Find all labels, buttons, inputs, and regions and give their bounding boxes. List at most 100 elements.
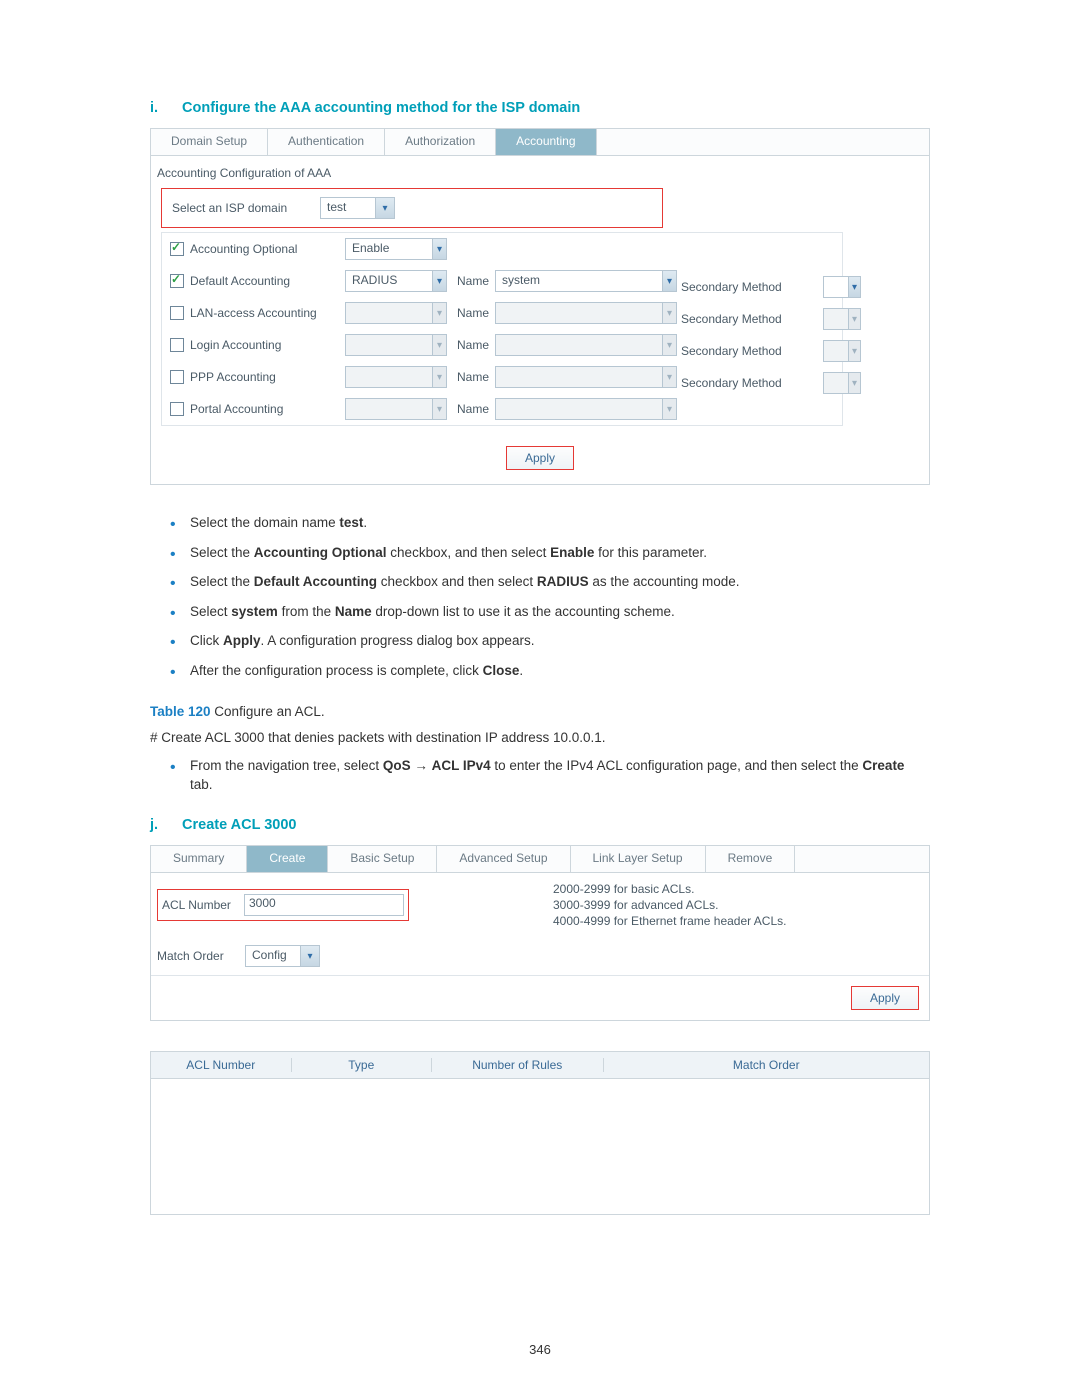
row-label: Default Accounting xyxy=(190,274,290,288)
acl-grid-header: ACL Number Type Number of Rules Match Or… xyxy=(151,1052,929,1079)
name-label: Name xyxy=(457,274,489,288)
chevron-down-icon: ▾ xyxy=(848,373,860,393)
acl-number-highlight: ACL Number 3000 xyxy=(157,889,409,921)
hash-line: # Create ACL 3000 that denies packets wi… xyxy=(150,728,930,748)
chevron-down-icon: ▾ xyxy=(662,271,676,291)
isp-domain-select[interactable]: test ▾ xyxy=(320,197,395,219)
mode-select: ▾ xyxy=(345,366,447,388)
secondary-method-label: Secondary Method xyxy=(681,344,782,358)
acl-hint-1: 2000-2999 for basic ACLs. xyxy=(553,881,786,897)
col-acl-number[interactable]: ACL Number xyxy=(151,1058,292,1072)
section-i-title: Configure the AAA accounting method for … xyxy=(182,100,580,116)
match-order-value: Config xyxy=(246,946,300,966)
row-label: Login Accounting xyxy=(190,338,281,352)
chevron-down-icon: ▾ xyxy=(432,335,446,355)
chevron-down-icon: ▾ xyxy=(662,335,676,355)
secondary-method-select[interactable]: ▾ xyxy=(823,276,861,298)
name-select[interactable]: system▾ xyxy=(495,270,677,292)
instruction-item: After the configuration process is compl… xyxy=(190,661,930,691)
tab-authorization[interactable]: Authorization xyxy=(385,129,496,155)
name-label: Name xyxy=(457,338,489,352)
nav-instr: From the navigation tree, select QoS → A… xyxy=(190,756,930,805)
isp-domain-highlight: Select an ISP domain test ▾ xyxy=(161,188,663,228)
secondary-method-select: ▾ xyxy=(823,372,861,394)
table-ref-rest: Configure an ACL. xyxy=(211,704,325,719)
isp-domain-label: Select an ISP domain xyxy=(172,201,320,215)
chevron-down-icon: ▾ xyxy=(432,303,446,323)
chevron-down-icon: ▾ xyxy=(432,399,446,419)
mode-select[interactable]: RADIUS▾ xyxy=(345,270,447,292)
match-order-select[interactable]: Config ▾ xyxy=(245,945,320,967)
chevron-down-icon: ▾ xyxy=(848,309,860,329)
tab-authentication[interactable]: Authentication xyxy=(268,129,385,155)
section-i-heading: i. Configure the AAA accounting method f… xyxy=(150,100,930,116)
acl-apply-button[interactable]: Apply xyxy=(851,986,919,1010)
name-select: ▾ xyxy=(495,398,677,420)
aaa-screenshot: Domain Setup Authentication Authorizatio… xyxy=(150,128,930,485)
chevron-down-icon: ▾ xyxy=(662,399,676,419)
chevron-down-icon: ▾ xyxy=(432,271,446,291)
chevron-down-icon: ▾ xyxy=(375,198,394,218)
instruction-item: Select the domain name test. xyxy=(190,513,930,543)
tab-accounting[interactable]: Accounting xyxy=(496,129,596,155)
acl-number-label: ACL Number xyxy=(162,898,244,912)
match-order-label: Match Order xyxy=(157,949,245,963)
instruction-item: Select the Accounting Optional checkbox,… xyxy=(190,543,930,573)
name-select: ▾ xyxy=(495,302,677,324)
mode-select: ▾ xyxy=(345,302,447,324)
apply-button[interactable]: Apply xyxy=(506,446,574,470)
col-type[interactable]: Type xyxy=(292,1058,433,1072)
checkbox-lan-access-accounting[interactable] xyxy=(170,306,184,320)
acl-number-input[interactable]: 3000 xyxy=(244,894,404,916)
acl-grid-body xyxy=(151,1079,929,1214)
mode-select: ▾ xyxy=(345,398,447,420)
tab-domain-setup[interactable]: Domain Setup xyxy=(151,129,268,155)
checkbox-login-accounting[interactable] xyxy=(170,338,184,352)
acl-hints: 2000-2999 for basic ACLs. 3000-3999 for … xyxy=(553,881,786,930)
checkbox-portal-accounting[interactable] xyxy=(170,402,184,416)
nav-instr-list: From the navigation tree, select QoS → A… xyxy=(150,756,930,805)
row-label: PPP Accounting xyxy=(190,370,276,384)
tab-summary[interactable]: Summary xyxy=(151,846,247,872)
chevron-down-icon: ▾ xyxy=(432,239,446,259)
mode-select: ▾ xyxy=(345,334,447,356)
chevron-down-icon: ▾ xyxy=(848,277,860,297)
section-i-marker: i. xyxy=(150,100,178,116)
tab-link-layer-setup[interactable]: Link Layer Setup xyxy=(571,846,706,872)
name-select: ▾ xyxy=(495,366,677,388)
row-label: LAN-access Accounting xyxy=(190,306,317,320)
tab-create[interactable]: Create xyxy=(247,846,328,872)
tab-remove[interactable]: Remove xyxy=(706,846,796,872)
checkbox-default-accounting[interactable] xyxy=(170,274,184,288)
secondary-method-select: ▾ xyxy=(823,308,861,330)
aaa-tabs: Domain Setup Authentication Authorizatio… xyxy=(151,129,929,156)
acl-screenshot: Summary Create Basic Setup Advanced Setu… xyxy=(150,845,930,1022)
acl-tabs: Summary Create Basic Setup Advanced Setu… xyxy=(151,846,929,873)
secondary-method-label: Secondary Method xyxy=(681,376,782,390)
table-ref-line: Table 120 Configure an ACL. xyxy=(150,702,930,722)
name-select: ▾ xyxy=(495,334,677,356)
chevron-down-icon: ▾ xyxy=(662,367,676,387)
row-label: Accounting Optional xyxy=(190,242,297,256)
acl-grid: ACL Number Type Number of Rules Match Or… xyxy=(150,1051,930,1215)
chevron-down-icon: ▾ xyxy=(300,946,319,966)
checkbox-ppp-accounting[interactable] xyxy=(170,370,184,384)
section-j-heading: j. Create ACL 3000 xyxy=(150,817,930,833)
secondary-method-select: ▾ xyxy=(823,340,861,362)
chevron-down-icon: ▾ xyxy=(432,367,446,387)
tab-advanced-setup[interactable]: Advanced Setup xyxy=(437,846,570,872)
section-j-marker: j. xyxy=(150,817,178,833)
col-num-rules[interactable]: Number of Rules xyxy=(432,1058,604,1072)
table-ref-label: Table 120 xyxy=(150,704,211,719)
col-match-order[interactable]: Match Order xyxy=(604,1058,930,1072)
secondary-method-label: Secondary Method xyxy=(681,280,782,294)
instructions-list: Select the domain name test.Select the A… xyxy=(150,513,930,690)
name-label: Name xyxy=(457,306,489,320)
tab-basic-setup[interactable]: Basic Setup xyxy=(328,846,437,872)
secondary-method-label: Secondary Method xyxy=(681,312,782,326)
chevron-down-icon: ▾ xyxy=(848,341,860,361)
mode-select[interactable]: Enable▾ xyxy=(345,238,447,260)
section-j-title: Create ACL 3000 xyxy=(182,817,296,833)
chevron-down-icon: ▾ xyxy=(662,303,676,323)
checkbox-accounting-optional[interactable] xyxy=(170,242,184,256)
